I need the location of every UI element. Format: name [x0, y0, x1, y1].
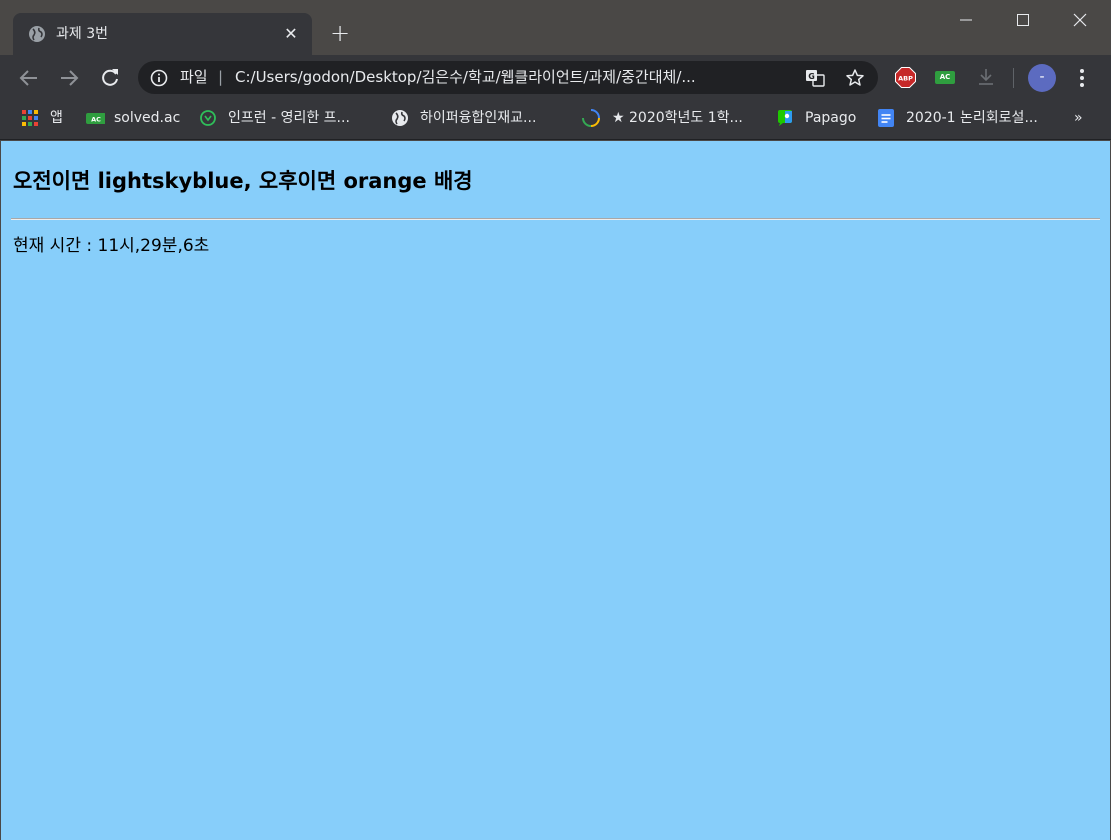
bookmark-label: ★ 2020학년도 1학... [612, 110, 743, 126]
bookmark-label: 2020-1 논리회로설... [906, 110, 1038, 126]
bookmark-star-icon[interactable] [845, 68, 865, 88]
google-docs-icon [878, 109, 894, 127]
new-tab-button[interactable]: + [326, 20, 354, 48]
title-bar: 과제 3번 ✕ + [0, 0, 1111, 55]
globe-icon [29, 26, 45, 42]
bookmark-label: Papago [805, 110, 857, 126]
back-arrow-icon[interactable] [16, 65, 42, 91]
url-text[interactable]: C:/Users/godon/Desktop/김은수/학교/웹클라이언트/과제/… [235, 67, 795, 87]
svg-text:AC: AC [91, 116, 101, 124]
browser-toolbar: 파일 | C:/Users/godon/Desktop/김은수/학교/웹클라이언… [0, 55, 1111, 100]
current-time-text: 현재 시간 : 11시,29분,6초 [13, 236, 210, 256]
forward-arrow-icon[interactable] [56, 65, 82, 91]
globe-icon [392, 110, 408, 126]
tab-title: 과제 3번 [56, 26, 108, 42]
adblock-label: ABP [898, 75, 913, 83]
kebab-menu-icon[interactable] [1072, 67, 1092, 89]
bookmarks-bar: 앱 AC solved.ac 인프런 - 영리한 프... 하이퍼융합인재교..… [0, 100, 1111, 140]
url-separator: | [218, 68, 224, 86]
close-window-button[interactable] [1052, 0, 1109, 40]
apps-grid-icon [22, 110, 38, 126]
bookmark-label: 하이퍼융합인재교... [420, 110, 537, 126]
bookmark-label: 앱 [50, 110, 63, 126]
bookmark-label: 인프런 - 영리한 프... [228, 110, 350, 126]
reload-icon[interactable] [97, 65, 123, 91]
address-bar[interactable]: 파일 | C:/Users/godon/Desktop/김은수/학교/웹클라이언… [138, 61, 878, 94]
inflearn-icon [200, 110, 216, 126]
minimize-icon [960, 19, 972, 21]
svg-text:G: G [808, 72, 815, 81]
close-icon [1073, 13, 1087, 27]
translate-icon[interactable]: G [805, 69, 825, 87]
page-heading: 오전이면 lightskyblue, 오후이면 orange 배경 [13, 169, 473, 193]
page-content: 오전이면 lightskyblue, 오후이면 orange 배경 현재 시간 … [1, 141, 1110, 840]
url-scheme-label: 파일 [180, 68, 208, 86]
tab-close-icon[interactable]: ✕ [281, 24, 301, 44]
bookmarks-overflow-button[interactable]: » [1074, 108, 1083, 128]
maximize-icon [1017, 14, 1029, 26]
browser-tab[interactable]: 과제 3번 ✕ [13, 13, 312, 55]
solved-ac-icon: AC [86, 113, 105, 124]
spinner-icon [582, 109, 600, 127]
horizontal-rule [11, 218, 1100, 220]
toolbar-divider [1013, 68, 1014, 88]
adblock-plus-icon[interactable]: ABP [895, 67, 916, 88]
maximize-button[interactable] [995, 0, 1052, 40]
bookmark-label: solved.ac [114, 110, 181, 126]
download-icon[interactable] [976, 67, 996, 87]
solved-ac-extension-icon[interactable]: AC [935, 71, 955, 84]
minimize-button[interactable] [938, 0, 995, 40]
info-icon[interactable] [150, 69, 168, 87]
profile-avatar[interactable]: - [1028, 64, 1056, 92]
papago-icon [778, 110, 792, 126]
